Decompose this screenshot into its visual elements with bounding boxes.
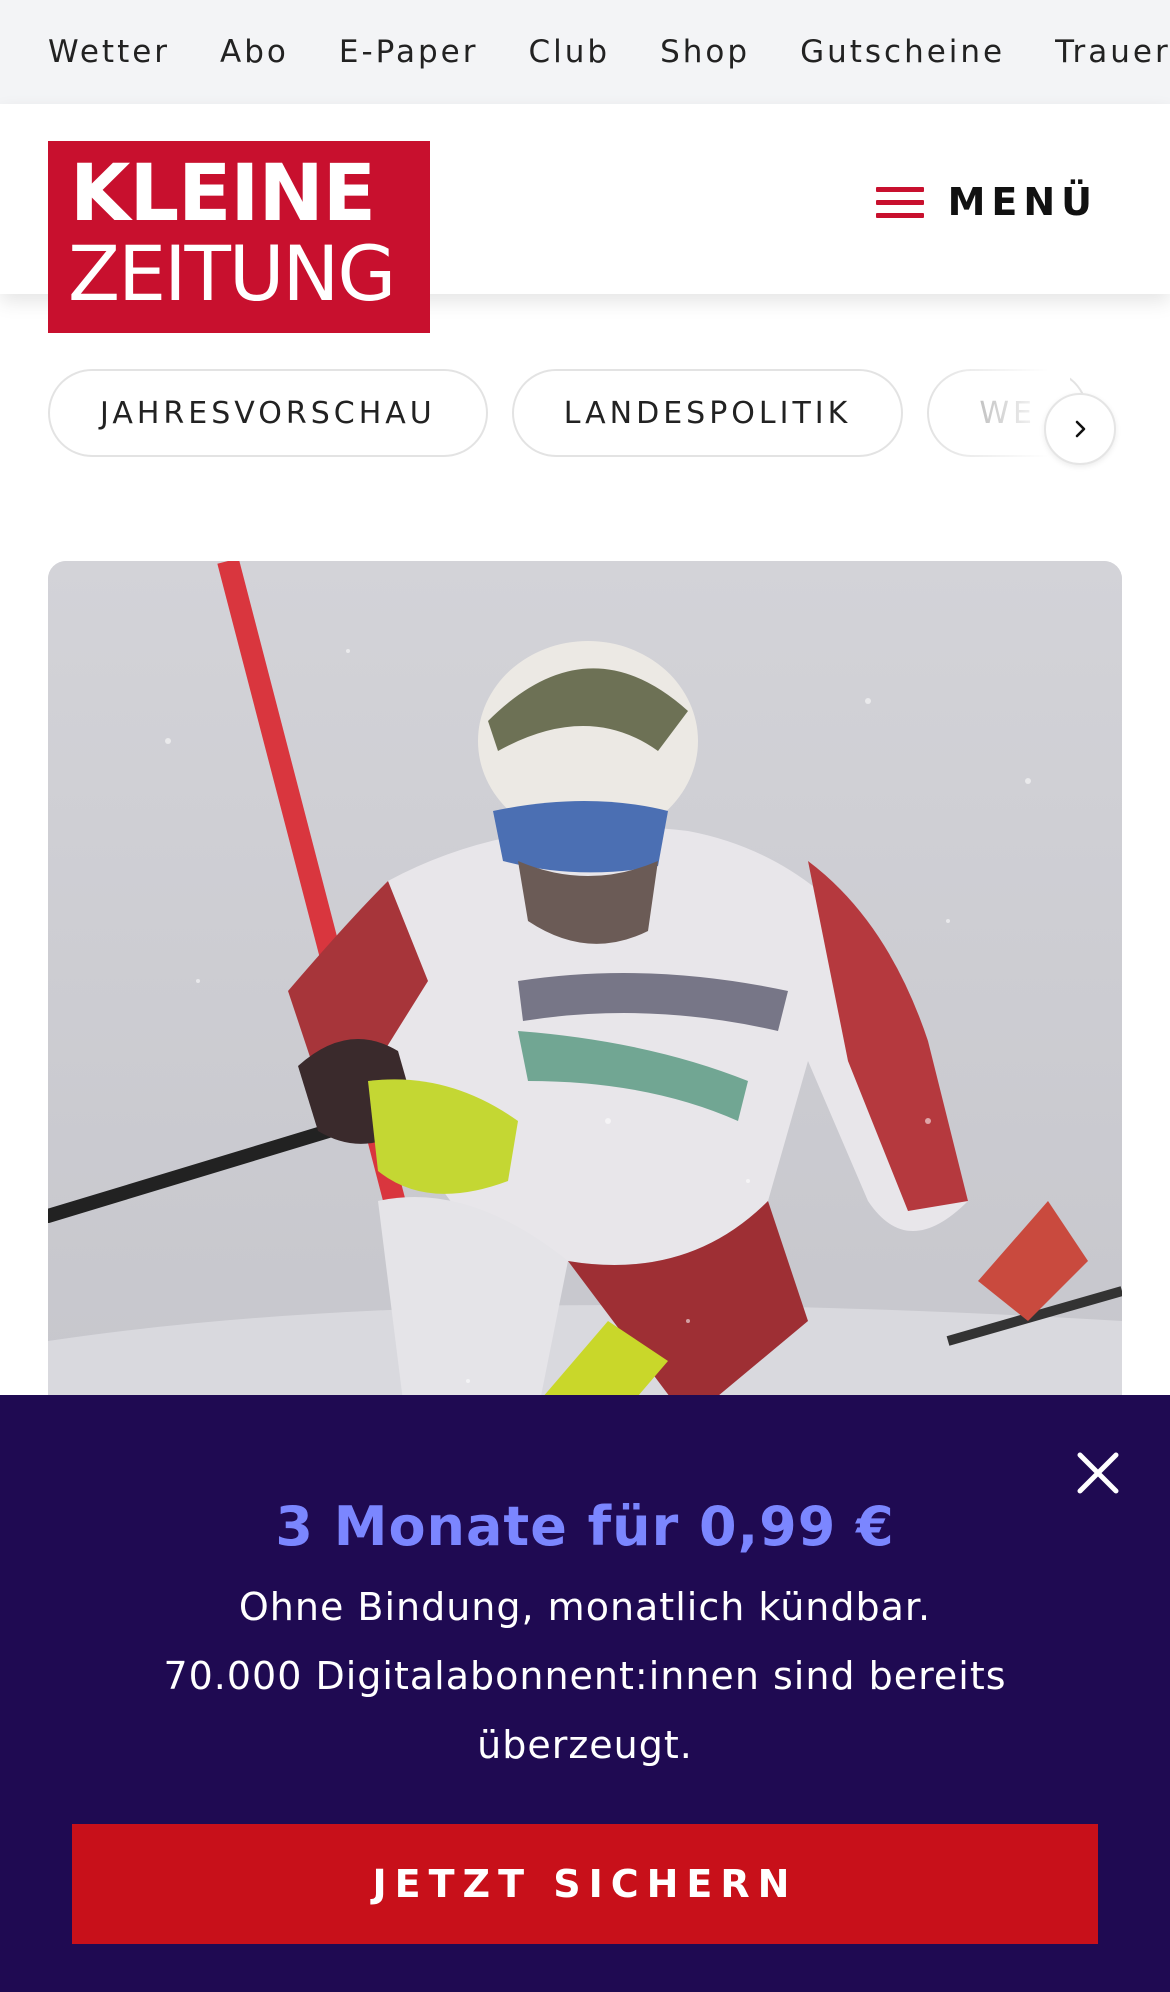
close-button[interactable] <box>1070 1445 1126 1501</box>
nav-item-epaper[interactable]: E-Paper <box>339 34 479 70</box>
offer-line-2: 70.000 Digitalabonnent:innen sind bereit… <box>163 1654 1007 1767</box>
chip-landespolitik[interactable]: LANDESPOLITIK <box>511 369 904 457</box>
site-header: KLEINE ZEITUNG MENÜ <box>0 104 1170 333</box>
nav-item-abo[interactable]: Abo <box>220 34 289 70</box>
menu-label: MENÜ <box>947 180 1098 224</box>
nav-item-gutscheine[interactable]: Gutscheine <box>800 34 1005 70</box>
utility-nav: Wetter Abo E-Paper Club Shop Gutscheine … <box>0 0 1170 104</box>
close-icon <box>1077 1452 1119 1494</box>
hamburger-icon <box>875 185 924 219</box>
chips-next-button[interactable] <box>1044 393 1116 465</box>
nav-item-club[interactable]: Club <box>528 34 610 70</box>
logo-line-2: ZEITUNG <box>68 229 396 318</box>
subscription-offer-banner: 3 Monate für 0,99 € Ohne Bindung, monatl… <box>0 1395 1170 1992</box>
offer-line-1: Ohne Bindung, monatlich kündbar. <box>238 1585 932 1629</box>
nav-item-wetter[interactable]: Wetter <box>48 34 170 70</box>
chip-jahresvorschau[interactable]: JAHRESVORSCHAU <box>48 369 488 457</box>
offer-description: Ohne Bindung, monatlich kündbar. 70.000 … <box>140 1573 1030 1780</box>
cta-button[interactable]: JETZT SICHERN <box>72 1824 1098 1944</box>
nav-item-trauerportal[interactable]: Trauerp <box>1055 34 1170 70</box>
site-logo[interactable]: KLEINE ZEITUNG <box>48 141 430 333</box>
menu-button[interactable]: MENÜ <box>875 170 1098 234</box>
offer-title: 3 Monate für 0,99 € <box>275 1495 895 1558</box>
logo-line-1: KLEINE <box>70 149 376 239</box>
chevron-right-icon <box>1075 420 1086 438</box>
nav-item-shop[interactable]: Shop <box>660 34 750 70</box>
